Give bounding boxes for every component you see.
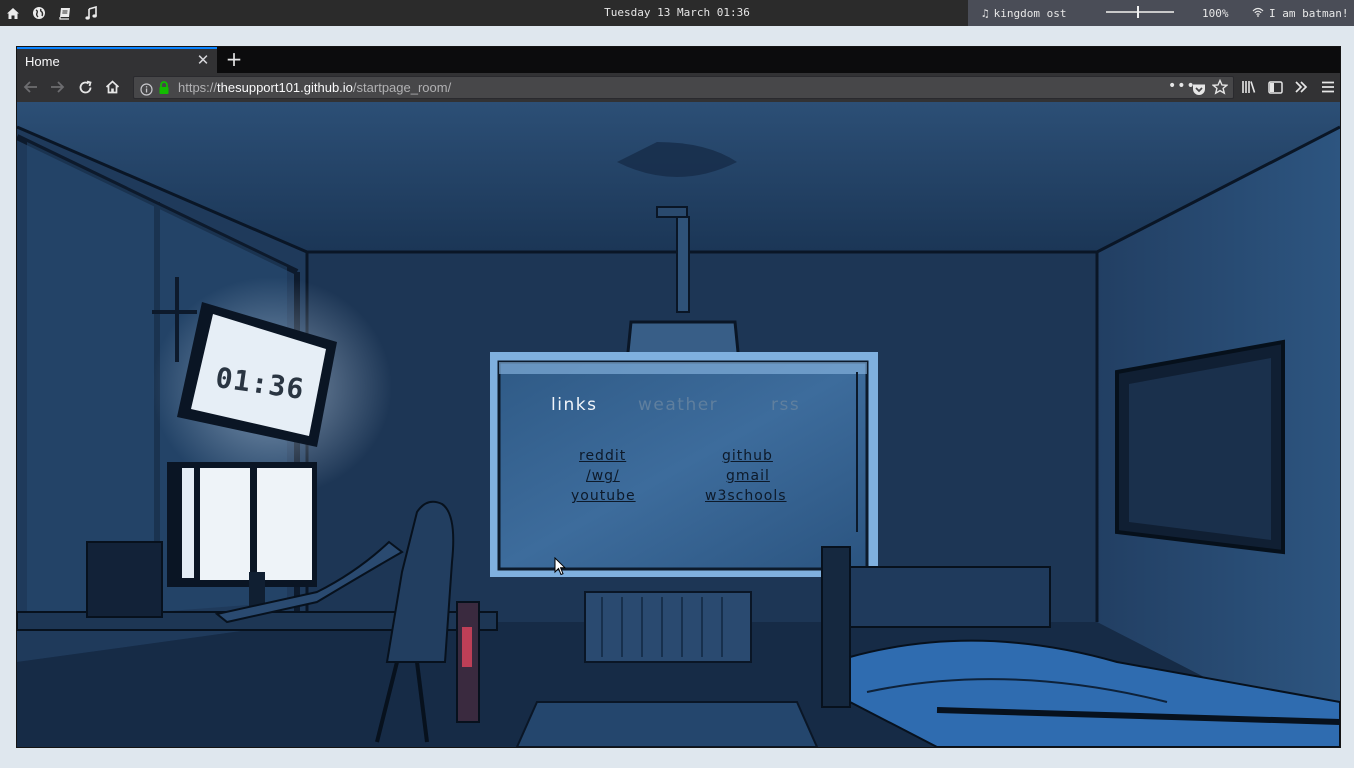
arrow-left-icon [23,81,37,93]
link-w3schools[interactable]: w3schools [705,488,787,504]
bookmark-star-icon[interactable] [1211,78,1229,99]
tab-home[interactable]: Home ✕ [17,47,217,73]
url-protocol: https:// [178,80,218,95]
link-reddit[interactable]: reddit [579,448,626,464]
page-content: 01:36 links weather rss reddit /wg/ yout… [17,102,1340,747]
url-domain: thesupport101.github.io [217,80,353,95]
now-playing-label: kingdom ost [993,6,1067,20]
chevron-double-right-icon [1295,81,1308,93]
overflow-button[interactable] [1290,76,1312,98]
tab-strip: Home ✕ + [17,47,1340,73]
wifi-network-name: I am batman! [1269,6,1349,20]
library-icon [1242,81,1256,93]
arrow-right-icon [51,81,65,93]
pocket-icon[interactable] [1192,81,1206,100]
back-button[interactable] [20,76,42,98]
forward-button[interactable] [46,76,68,98]
system-top-bar: Tuesday 13 March 01:36 ♫ kingdom ost 100… [0,0,1354,26]
url-text[interactable]: https://thesupport101.github.io/startpag… [178,80,451,95]
link-wg[interactable]: /wg/ [586,468,620,484]
wifi-status[interactable]: I am batman! [1252,0,1348,26]
volume-slider[interactable] [1106,11,1174,13]
link-github[interactable]: github [722,448,773,464]
sidebar-icon [1267,80,1283,94]
sidebar-button[interactable] [1264,76,1286,98]
reload-button[interactable] [74,76,96,98]
wifi-icon [1252,7,1264,20]
now-playing[interactable]: ♫ kingdom ost [982,0,1066,26]
home-icon [105,80,119,94]
close-tab-icon[interactable]: ✕ [195,52,211,68]
tab-title: Home [25,54,60,69]
reload-icon [79,80,92,93]
site-info-icon[interactable] [140,81,153,100]
navigation-toolbar: https://thesupport101.github.io/startpag… [17,73,1340,102]
mouse-cursor-icon [554,557,566,576]
tab-weather[interactable]: weather [638,395,718,415]
lock-icon[interactable] [158,80,170,99]
room-illustration [17,102,1340,747]
link-youtube[interactable]: youtube [571,488,636,504]
menu-button[interactable] [1317,76,1339,98]
browser-window: Home ✕ + https://thesupport101.github.io… [16,46,1341,748]
new-tab-button[interactable]: + [223,49,245,71]
library-button[interactable] [1238,76,1260,98]
tab-rss[interactable]: rss [771,395,800,415]
home-button[interactable] [101,76,123,98]
volume-slider-handle[interactable] [1137,6,1139,18]
link-gmail[interactable]: gmail [726,468,770,484]
url-path: /startpage_room/ [352,80,452,95]
hamburger-menu-icon [1322,81,1334,93]
startpage-menu: links weather rss [515,395,855,419]
volume-percent: 100% [1202,6,1229,20]
music-note-icon: ♫ [982,6,989,20]
tab-links[interactable]: links [551,395,597,415]
address-bar[interactable]: https://thesupport101.github.io/startpag… [133,76,1234,99]
